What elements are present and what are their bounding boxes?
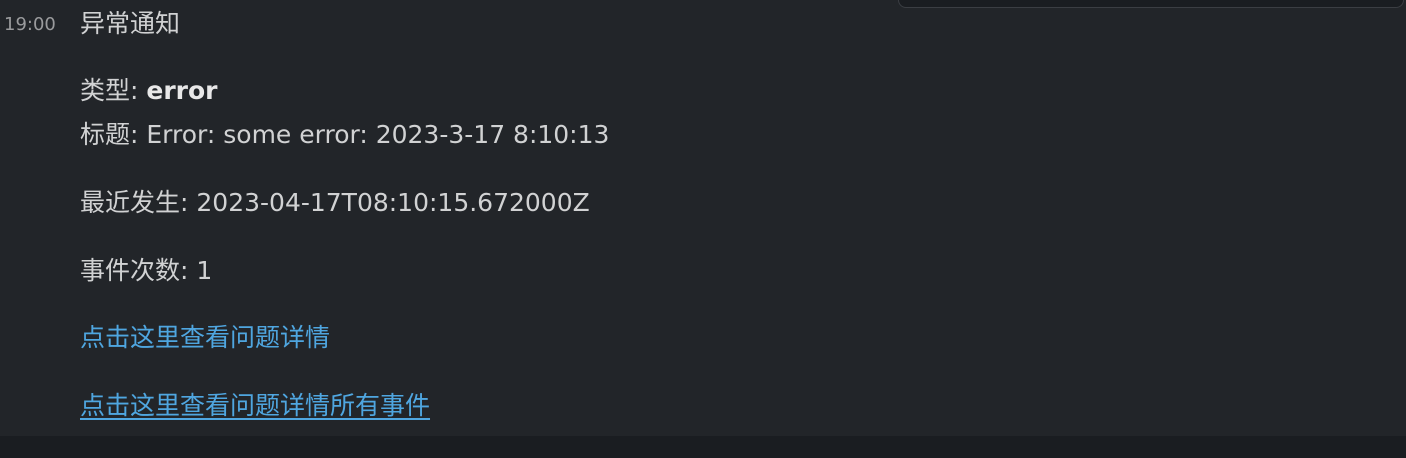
all-events-link[interactable]: 点击这里查看问题详情所有事件: [80, 391, 430, 420]
event-count-label: 事件次数:: [80, 256, 189, 285]
event-count-value: 1: [196, 256, 213, 285]
message-container: 19:00 异常通知 类型: error 标题: Error: some err…: [0, 0, 1406, 436]
issue-link-row: 点击这里查看问题详情: [80, 321, 330, 355]
subject-label: 标题:: [80, 120, 139, 149]
bottom-divider: [0, 436, 1406, 458]
last-seen-label: 最近发生:: [80, 188, 189, 217]
subject-value: Error: some error: 2023-3-17 8:10:13: [146, 120, 610, 149]
type-row: 类型: error: [80, 74, 218, 108]
last-seen-value: 2023-04-17T08:10:15.672000Z: [196, 188, 590, 217]
event-count-row: 事件次数: 1: [80, 254, 212, 288]
issue-details-link[interactable]: 点击这里查看问题详情: [80, 323, 330, 352]
subject-row: 标题: Error: some error: 2023-3-17 8:10:13: [80, 118, 609, 152]
message-actions-toolbar[interactable]: [898, 0, 1404, 8]
message-timestamp[interactable]: 19:00: [4, 12, 56, 38]
last-seen-row: 最近发生: 2023-04-17T08:10:15.672000Z: [80, 186, 590, 220]
type-value: error: [146, 76, 218, 105]
all-events-link-row: 点击这里查看问题详情所有事件: [80, 389, 430, 423]
type-label: 类型:: [80, 76, 139, 105]
message-title: 异常通知: [80, 9, 181, 38]
